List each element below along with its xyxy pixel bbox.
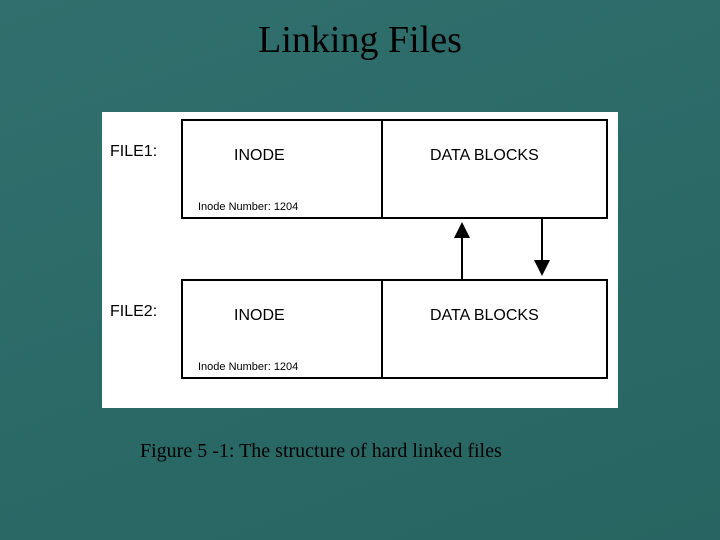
file2-inode-number: Inode Number: 1204: [198, 361, 298, 373]
file2-data-box: [382, 280, 607, 378]
slide: Linking Files FILE1: FILE2: INODE DATA B…: [0, 0, 720, 540]
slide-title: Linking Files: [0, 18, 720, 62]
diagram-svg: FILE1: FILE2: INODE DATA BLOCKS Inode Nu…: [102, 112, 618, 408]
file1-label: FILE1:: [110, 143, 157, 160]
figure-diagram: FILE1: FILE2: INODE DATA BLOCKS Inode Nu…: [102, 112, 618, 408]
file2-inode-label: INODE: [234, 307, 285, 324]
file1-data-box: [382, 120, 607, 218]
figure-caption: Figure 5 -1: The structure of hard linke…: [140, 440, 502, 463]
file1-inode-label: INODE: [234, 147, 285, 164]
file2-label: FILE2:: [110, 303, 157, 320]
file2-data-label: DATA BLOCKS: [430, 307, 539, 324]
file1-data-label: DATA BLOCKS: [430, 147, 539, 164]
file1-inode-number: Inode Number: 1204: [198, 201, 298, 213]
